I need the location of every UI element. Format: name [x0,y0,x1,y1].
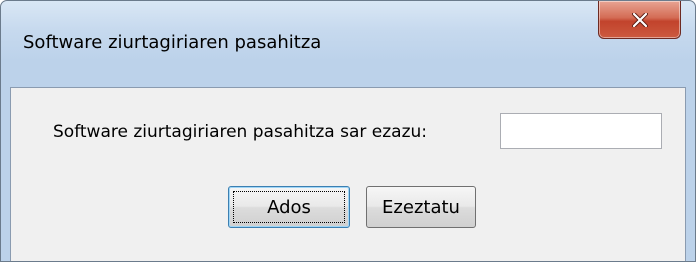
cancel-button-label: Ezeztatu [382,196,460,218]
ok-button[interactable]: Ados [228,186,350,228]
cancel-button[interactable]: Ezeztatu [366,186,476,228]
password-input[interactable] [500,113,662,149]
close-icon [631,12,648,27]
dialog-content: Software ziurtagiriaren pasahitza sar ez… [10,87,686,261]
password-dialog: Software ziurtagiriaren pasahitza Softwa… [0,0,696,262]
title-bar[interactable]: Software ziurtagiriaren pasahitza [1,1,695,85]
dialog-title: Software ziurtagiriaren pasahitza [23,32,322,53]
ok-button-label: Ados [267,196,311,218]
password-prompt-label: Software ziurtagiriaren pasahitza sar ez… [53,122,428,142]
close-button[interactable] [598,1,681,39]
